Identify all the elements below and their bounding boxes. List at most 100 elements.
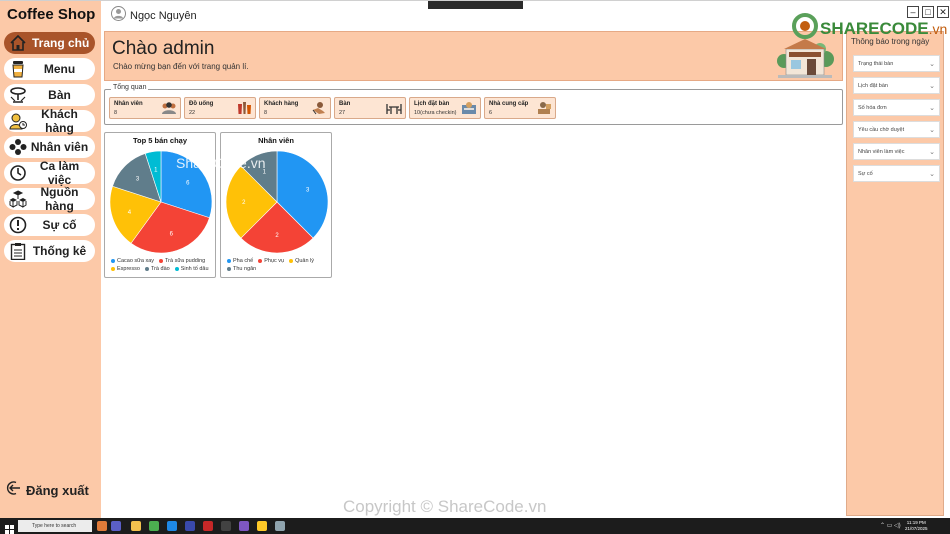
banner-subtitle: Chào mừng bạn đến với trang quản lí. [113, 62, 249, 71]
nav-item-supplies[interactable]: Nguồn hàng [4, 185, 95, 213]
legend-label: Trà đào [150, 266, 170, 272]
sharecode-logo-text: SHARECODE [820, 18, 929, 38]
legend-label: Espresso [117, 266, 140, 272]
legend-swatch [227, 259, 231, 263]
legend-label: Cacao sữa xay [117, 258, 155, 264]
booking-icon [461, 101, 477, 120]
nav-item-label: Ca làm việc [39, 159, 80, 187]
notification-label: Yêu cầu chờ duyệt [858, 126, 905, 133]
boxes-icon [8, 189, 28, 209]
overview-card-customers[interactable]: Khách hàng 8 [259, 97, 331, 119]
legend-swatch [159, 259, 164, 263]
chevron-down-icon: ⌄ [929, 104, 935, 112]
visual-studio-icon[interactable] [239, 521, 249, 531]
avatar-icon [111, 6, 126, 26]
legend-item: Sinh tố dâu [174, 266, 209, 272]
overview-card-bookings[interactable]: Lịch đặt bàn 10(chưa checkin) [409, 97, 481, 119]
nav-item-incidents[interactable]: Sự cố [4, 214, 95, 236]
copilot-icon[interactable] [97, 521, 107, 531]
legend-item: Phục vụ [258, 258, 284, 264]
vscode-icon[interactable] [167, 521, 177, 531]
legend-swatch [111, 267, 115, 271]
nav-item-label: Menu [43, 62, 76, 76]
nav-item-shifts[interactable]: Ca làm việc [4, 159, 95, 187]
remote-toolbar[interactable] [428, 1, 523, 9]
taskbar-search[interactable]: Type here to search [18, 520, 92, 532]
sidebar: Coffee Shop Trang chủ Menu Bàn Khách hàn… [0, 1, 101, 519]
chart-title: Top 5 bán chạy [132, 136, 188, 145]
chevron-down-icon: ⌄ [929, 82, 935, 90]
overview-card-suppliers[interactable]: Nhà cung cấp 6 [484, 97, 556, 119]
overview-title: Tổng quan [111, 84, 149, 91]
card-title: Lịch đặt bàn [414, 101, 450, 107]
taskbar: Type here to search ⌃ ▭ ◁) 11:19 PM 21/0… [0, 518, 950, 534]
legend-label: Phục vụ [264, 258, 285, 264]
nav-item-staff[interactable]: Nhân viên [4, 136, 95, 158]
cup-icon [8, 59, 28, 79]
nav-item-menu[interactable]: Menu [4, 58, 95, 80]
overview-card-tables[interactable]: Bàn 27 [334, 97, 406, 119]
legend-item: Trà sữa pudding [159, 258, 205, 264]
app-window: Coffee Shop Trang chủ Menu Bàn Khách hàn… [0, 0, 950, 519]
chart-legend: Cacao sữa xay Trà sữa pudding Espresso Trà … [111, 258, 215, 274]
legend-item: Pha chế [227, 258, 253, 264]
top-selling-chart: Top 5 bán chạy 66431 Cacao sữa xay Trà sữ… [104, 132, 216, 278]
legend-swatch [111, 259, 115, 263]
chevron-down-icon: ⌄ [929, 60, 935, 68]
card-title: Khách hàng [264, 101, 299, 107]
card-title: Nhân viên [114, 101, 143, 107]
sharecode-logo-ext: .vn [928, 20, 948, 37]
card-value: 22 [189, 110, 196, 116]
card-title: Bàn [339, 101, 351, 107]
watermark-copyright: Copyright © ShareCode.vn [343, 497, 547, 516]
notes-icon[interactable] [257, 521, 267, 531]
chrome-icon[interactable] [149, 521, 159, 531]
sharecode-logo-icon [792, 13, 818, 44]
legend-item: Quản lý [289, 258, 314, 264]
coffee-shop-app-icon[interactable] [275, 521, 285, 531]
taskbar-search-label: Type here to search [32, 523, 77, 529]
notification-label: Nhân viên làm việc [858, 148, 905, 155]
game-icon[interactable] [111, 521, 121, 531]
nav-item-label: Thống kê [32, 244, 87, 258]
system-tray[interactable]: ⌃ ▭ ◁) [880, 522, 901, 529]
notification-table-status[interactable]: Trạng thái bàn ⌄ [853, 55, 940, 72]
windows-start-icon[interactable] [5, 521, 14, 534]
clipboard-icon [8, 241, 28, 261]
card-title: Đồ uống [189, 101, 214, 107]
word-icon[interactable] [185, 521, 195, 531]
legend-label: Pha chế [233, 258, 254, 264]
staff-group-icon [161, 101, 177, 120]
notification-invoices[interactable]: Số hóa đơn ⌄ [853, 99, 940, 116]
nav-item-label: Nhân viên [30, 140, 89, 154]
taskbar-clock[interactable]: 11:19 PM 21/07/2025 [905, 520, 928, 532]
tables-icon [386, 101, 402, 120]
notification-working-staff[interactable]: Nhân viên làm việc ⌄ [853, 143, 940, 160]
nav-item-label: Sự cố [42, 218, 77, 232]
nav-item-home[interactable]: Trang chủ [4, 32, 95, 54]
legend-label: Sinh tố dâu [180, 266, 209, 272]
nav-item-tables[interactable]: Bàn [4, 84, 95, 106]
notification-incidents[interactable]: Sự cố ⌄ [853, 165, 940, 182]
sharecode-logo: SHARECODE.vn [792, 13, 947, 44]
legend-item: Espresso [111, 266, 140, 272]
nav-item-label: Khách hàng [41, 107, 78, 135]
card-title: Nhà cung cấp [489, 101, 529, 107]
logout-button[interactable]: Đăng xuất [6, 480, 89, 501]
nav-item-statistics[interactable]: Thống kê [4, 240, 95, 262]
notification-bookings[interactable]: Lịch đặt bàn ⌄ [853, 77, 940, 94]
notification-pending-requests[interactable]: Yêu cầu chờ duyệt ⌄ [853, 121, 940, 138]
overview-card-drinks[interactable]: Đồ uống 22 [184, 97, 256, 119]
legend-label: Quản lý [295, 258, 315, 264]
home-icon [8, 33, 28, 53]
file-explorer-icon[interactable] [131, 521, 141, 531]
staff-chart: Nhân viên 3221 Pha chế Phục vụ Quản lý Thu … [220, 132, 332, 278]
overview-card-staff[interactable]: Nhân viên 8 [109, 97, 181, 119]
app-icon[interactable] [203, 521, 213, 531]
notification-label: Sự cố [858, 170, 873, 177]
legend-label: Thu ngân [233, 266, 257, 272]
legend-label: Trà sữa pudding [165, 258, 206, 264]
user-profile[interactable]: Ngọc Nguyên [111, 6, 197, 26]
nav-item-customers[interactable]: Khách hàng [4, 107, 95, 135]
terminal-icon[interactable] [221, 521, 231, 531]
